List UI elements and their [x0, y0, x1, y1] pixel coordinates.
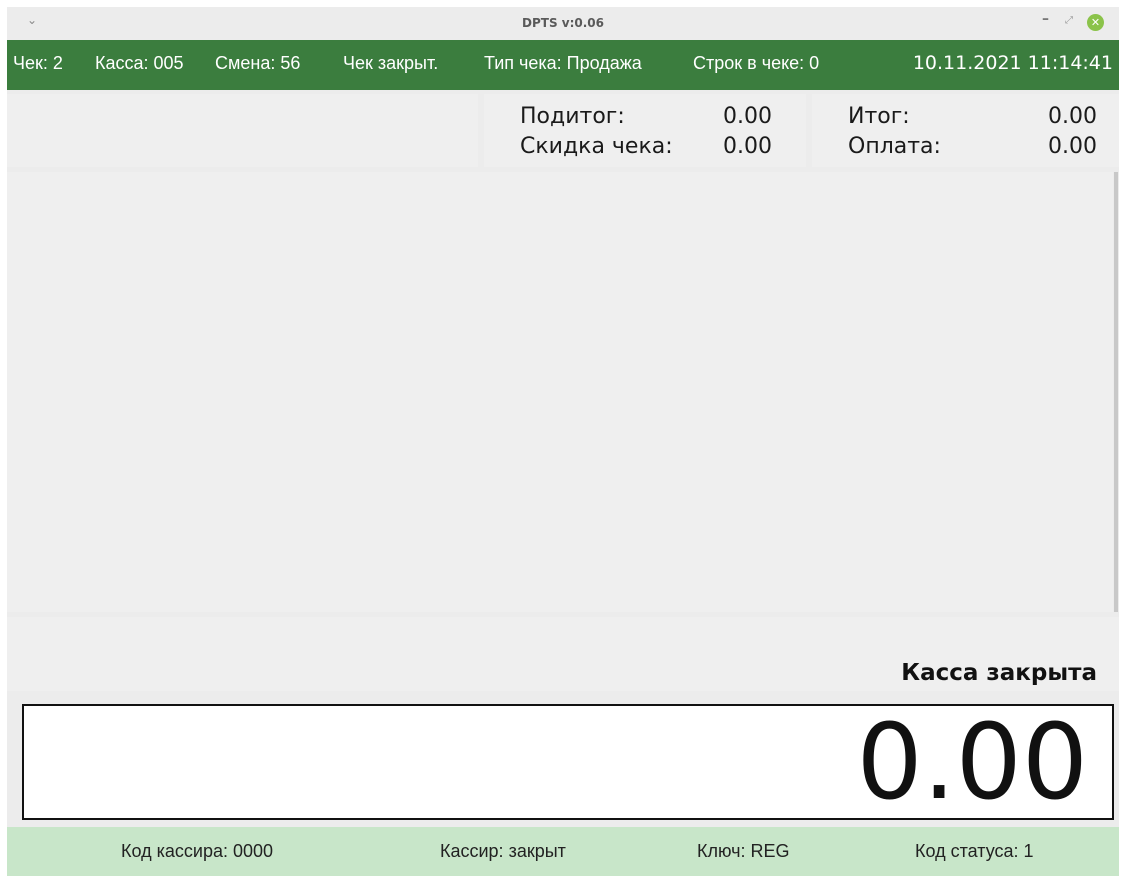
- receipt-items-list[interactable]: [7, 172, 1113, 612]
- info-cell: [7, 94, 478, 167]
- key-mode: Ключ: REG: [697, 841, 790, 861]
- subtotal-label: Подитог:: [520, 104, 625, 129]
- receipt-status-bar: Чек: 2 Касса: 005 Смена: 56 Чек закрыт. …: [7, 40, 1119, 90]
- maximize-icon[interactable]: ⤢: [1065, 15, 1073, 26]
- total-label: Итог:: [848, 104, 910, 129]
- receipt-state: Чек закрыт.: [343, 53, 439, 73]
- amount-display-value: 0.00: [856, 701, 1088, 823]
- subtotal-cell: Подитог: 0.00 Скидка чека: 0.00: [484, 94, 806, 167]
- cashier-name: Кассир: закрыт: [440, 841, 566, 861]
- close-icon[interactable]: ✕: [1087, 14, 1104, 31]
- vertical-scrollbar[interactable]: [1114, 172, 1118, 612]
- footer-bar: Код кассира: 0000 Кассир: закрыт Ключ: R…: [7, 827, 1119, 876]
- total-cell: Итог: 0.00 Оплата: 0.00: [812, 94, 1119, 167]
- total-value: 0.00: [1048, 104, 1097, 129]
- message-area: Касса закрыта: [7, 617, 1119, 691]
- receipt-number: Чек: 2: [13, 53, 63, 73]
- totals-panel: Подитог: 0.00 Скидка чека: 0.00 Итог: 0.…: [7, 94, 1119, 167]
- shift-number: Смена: 56: [215, 53, 301, 73]
- receipt-type: Тип чека: Продажа: [484, 53, 642, 73]
- subtotal-value: 0.00: [723, 104, 772, 129]
- receipt-lines-count: Строк в чеке: 0: [693, 53, 820, 73]
- pos-window: ⌄ DPTS v:0.06 – ⤢ ✕ Чек: 2 Касса: 005 См…: [7, 7, 1119, 876]
- window-title: DPTS v:0.06: [522, 16, 604, 30]
- register-number: Касса: 005: [95, 53, 184, 73]
- amount-display: 0.00: [22, 701, 1114, 823]
- discount-value: 0.00: [723, 134, 772, 159]
- datetime: 10.11.2021 11:14:41: [912, 52, 1113, 74]
- minimize-icon[interactable]: –: [1042, 11, 1049, 27]
- register-status-message: Касса закрыта: [901, 660, 1097, 686]
- payment-label: Оплата:: [848, 134, 941, 159]
- title-bar: ⌄ DPTS v:0.06 – ⤢ ✕: [7, 7, 1119, 40]
- payment-value: 0.00: [1048, 134, 1097, 159]
- cashier-code: Код кассира: 0000: [121, 841, 274, 861]
- status-code: Код статуса: 1: [915, 841, 1034, 861]
- discount-label: Скидка чека:: [520, 134, 673, 159]
